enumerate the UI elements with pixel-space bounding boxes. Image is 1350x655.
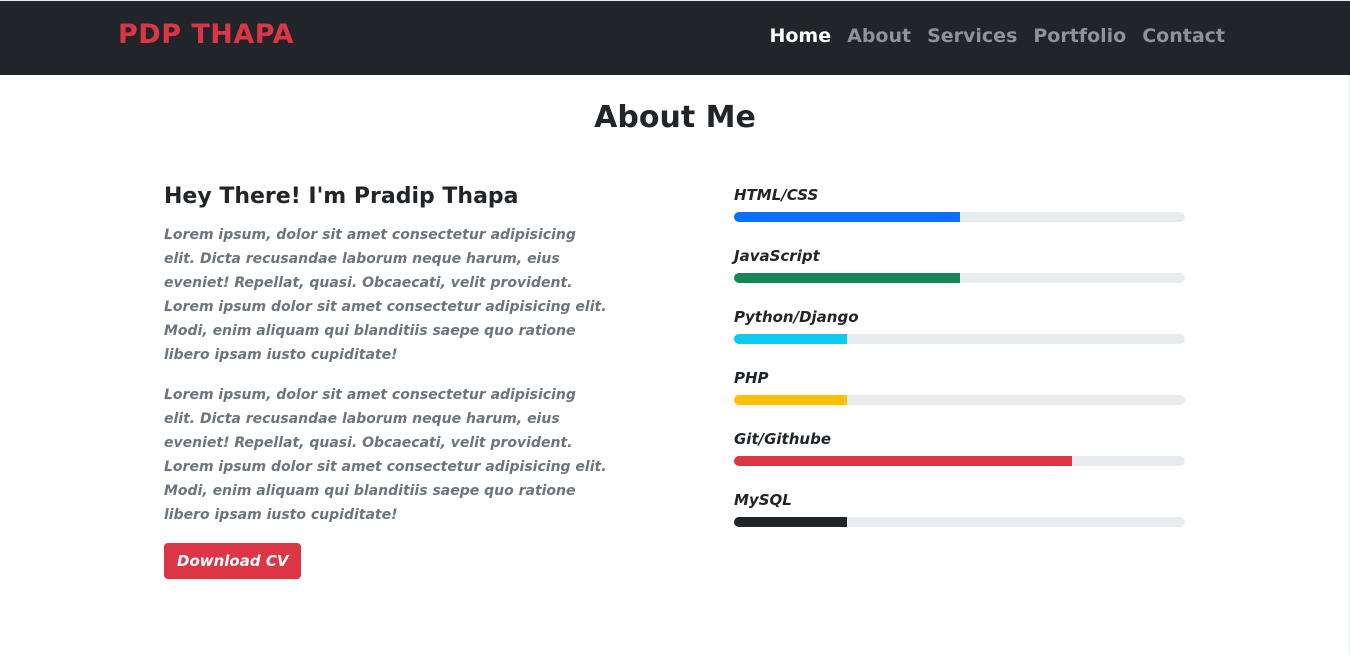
nav-link-services[interactable]: Services — [927, 25, 1017, 47]
skill-name: PHP — [734, 369, 769, 387]
skill-name: Git/Githube — [734, 430, 831, 448]
brand-logo[interactable]: PDP THAPA — [118, 19, 294, 50]
download-cv-button[interactable]: Download CV — [164, 543, 302, 579]
skill-progress-track — [734, 212, 1185, 222]
skill-progress-track — [734, 273, 1185, 283]
nav-link-portfolio[interactable]: Portfolio — [1033, 25, 1126, 47]
intro-paragraph-1: Lorem ipsum, dolor sit amet consectetur … — [164, 227, 607, 363]
navbar: PDP THAPA Home About Services Portfolio … — [0, 0, 1350, 75]
skill-name: Python/Django — [734, 308, 859, 326]
intro-heading: Hey There! I'm Pradip Thapa — [164, 184, 519, 209]
skill-item: MySQL — [734, 491, 1185, 552]
skill-item: HTML/CSS — [734, 186, 1185, 247]
skill-name: HTML/CSS — [734, 186, 819, 204]
page-title: About Me — [594, 100, 756, 135]
skill-item: Python/Django — [734, 308, 1185, 369]
about-intro: Hey There! I'm Pradip Thapa Lorem ipsum,… — [164, 184, 609, 579]
skill-progress-bar — [734, 456, 1073, 466]
skill-progress-bar — [734, 273, 960, 283]
skill-progress-track — [734, 395, 1185, 405]
skill-name: MySQL — [734, 491, 792, 509]
nav-links: Home About Services Portfolio Contact — [769, 25, 1225, 47]
nav-link-about[interactable]: About — [847, 25, 911, 47]
skill-progress-track — [734, 334, 1185, 344]
skills-list: HTML/CSS JavaScript Python/Django PHP Gi… — [734, 186, 1185, 552]
skill-name: JavaScript — [734, 247, 820, 265]
skill-progress-bar — [734, 395, 847, 405]
nav-link-contact[interactable]: Contact — [1142, 25, 1225, 47]
skill-progress-track — [734, 456, 1185, 466]
skill-progress-bar — [734, 334, 847, 344]
skill-progress-track — [734, 517, 1185, 527]
nav-link-home[interactable]: Home — [769, 25, 831, 47]
intro-paragraph-2: Lorem ipsum, dolor sit amet consectetur … — [164, 387, 607, 523]
skill-progress-bar — [734, 212, 960, 222]
skill-item: JavaScript — [734, 247, 1185, 308]
skill-item: PHP — [734, 369, 1185, 430]
skill-progress-bar — [734, 517, 847, 527]
skill-item: Git/Githube — [734, 430, 1185, 491]
